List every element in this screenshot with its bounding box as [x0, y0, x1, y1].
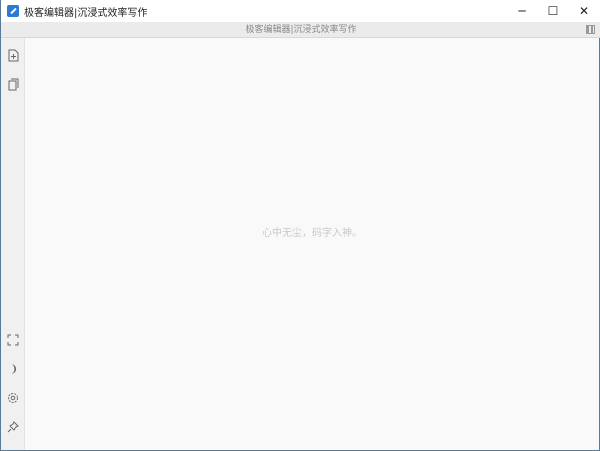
- copy-icon[interactable]: [6, 77, 20, 91]
- pin-icon[interactable]: [6, 420, 20, 434]
- document-title: 极客编辑器|沉浸式效率写作: [245, 25, 357, 35]
- editor-placeholder: 心中无尘，码字入神。: [262, 228, 362, 239]
- sidebar: [1, 38, 25, 450]
- maximize-button[interactable]: ☐: [537, 0, 569, 22]
- moon-icon[interactable]: [6, 362, 20, 376]
- qr-code-icon[interactable]: [586, 25, 595, 34]
- window-title: 极客编辑器|沉浸式效率写作: [24, 7, 148, 19]
- editor-area[interactable]: 心中无尘，码字入神。: [25, 38, 599, 450]
- fullscreen-icon[interactable]: [6, 333, 20, 347]
- new-file-icon[interactable]: [6, 48, 20, 62]
- gear-icon[interactable]: [6, 391, 20, 405]
- app-icon: [7, 5, 19, 17]
- title-bar: 极客编辑器|沉浸式效率写作 ─ ☐ ✕: [1, 0, 600, 22]
- close-button[interactable]: ✕: [568, 0, 600, 22]
- document-title-bar: 极客编辑器|沉浸式效率写作: [1, 22, 600, 38]
- minimize-button[interactable]: ─: [506, 0, 538, 22]
